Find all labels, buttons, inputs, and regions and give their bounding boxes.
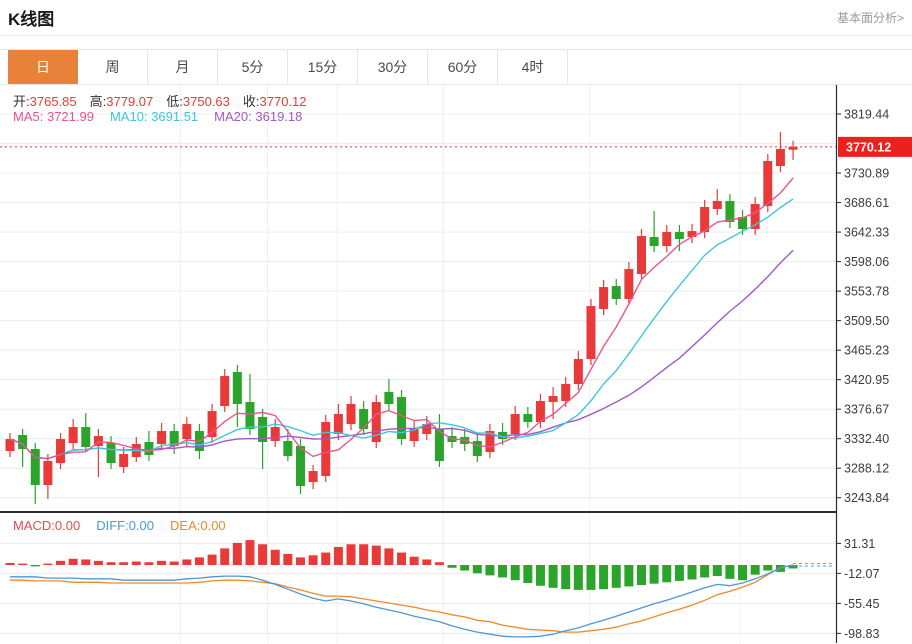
- period-tabbar: 日周月5分15分30分60分4时: [0, 49, 912, 85]
- svg-text:3553.78: 3553.78: [844, 285, 889, 299]
- period-tab-5[interactable]: 15分: [288, 50, 358, 84]
- macd-axis-labels: 31.31 -12.07 -55.45 -98.83: [836, 537, 879, 641]
- svg-text:3819.44: 3819.44: [844, 108, 889, 122]
- period-tab-7[interactable]: 60分: [428, 50, 498, 84]
- svg-text:3509.50: 3509.50: [844, 314, 889, 328]
- period-tab-4[interactable]: 5分: [218, 50, 288, 84]
- svg-text:3243.84: 3243.84: [844, 491, 889, 505]
- chart-area: 3819.44 3730.89 3686.61 3642.33 3598.06 3553.…: [0, 85, 912, 643]
- svg-text:3642.33: 3642.33: [844, 226, 889, 240]
- svg-text:-12.07: -12.07: [844, 567, 879, 581]
- current-price-badge: 3770.12: [838, 137, 912, 157]
- period-tab-8[interactable]: 4时: [498, 50, 568, 84]
- page-title: K线图: [8, 5, 54, 30]
- svg-text:-55.45: -55.45: [844, 597, 879, 611]
- svg-text:31.31: 31.31: [844, 537, 875, 551]
- candles-layer: [6, 132, 798, 504]
- svg-text:3730.89: 3730.89: [844, 167, 889, 181]
- svg-text:3332.40: 3332.40: [844, 432, 889, 446]
- period-tab-6[interactable]: 30分: [358, 50, 428, 84]
- svg-text:3465.23: 3465.23: [844, 344, 889, 358]
- period-tab-3[interactable]: 月: [148, 50, 218, 84]
- svg-text:3288.12: 3288.12: [844, 462, 889, 476]
- svg-text:3420.95: 3420.95: [844, 373, 889, 387]
- kline-chart[interactable]: 3819.44 3730.89 3686.61 3642.33 3598.06 3553.…: [0, 85, 912, 643]
- panel-header: K线图 基本面分析>: [0, 0, 912, 36]
- svg-text:3770.12: 3770.12: [846, 140, 891, 154]
- fundamental-analysis-link[interactable]: 基本面分析>: [837, 9, 904, 26]
- svg-text:3598.06: 3598.06: [844, 255, 889, 269]
- period-tab-1[interactable]: 日: [8, 50, 78, 84]
- period-tab-2[interactable]: 周: [78, 50, 148, 84]
- svg-text:-98.83: -98.83: [844, 627, 879, 641]
- svg-text:3376.67: 3376.67: [844, 403, 889, 417]
- svg-text:3686.61: 3686.61: [844, 196, 889, 210]
- price-axis-labels: 3819.44 3730.89 3686.61 3642.33 3598.06 3553.…: [836, 108, 889, 506]
